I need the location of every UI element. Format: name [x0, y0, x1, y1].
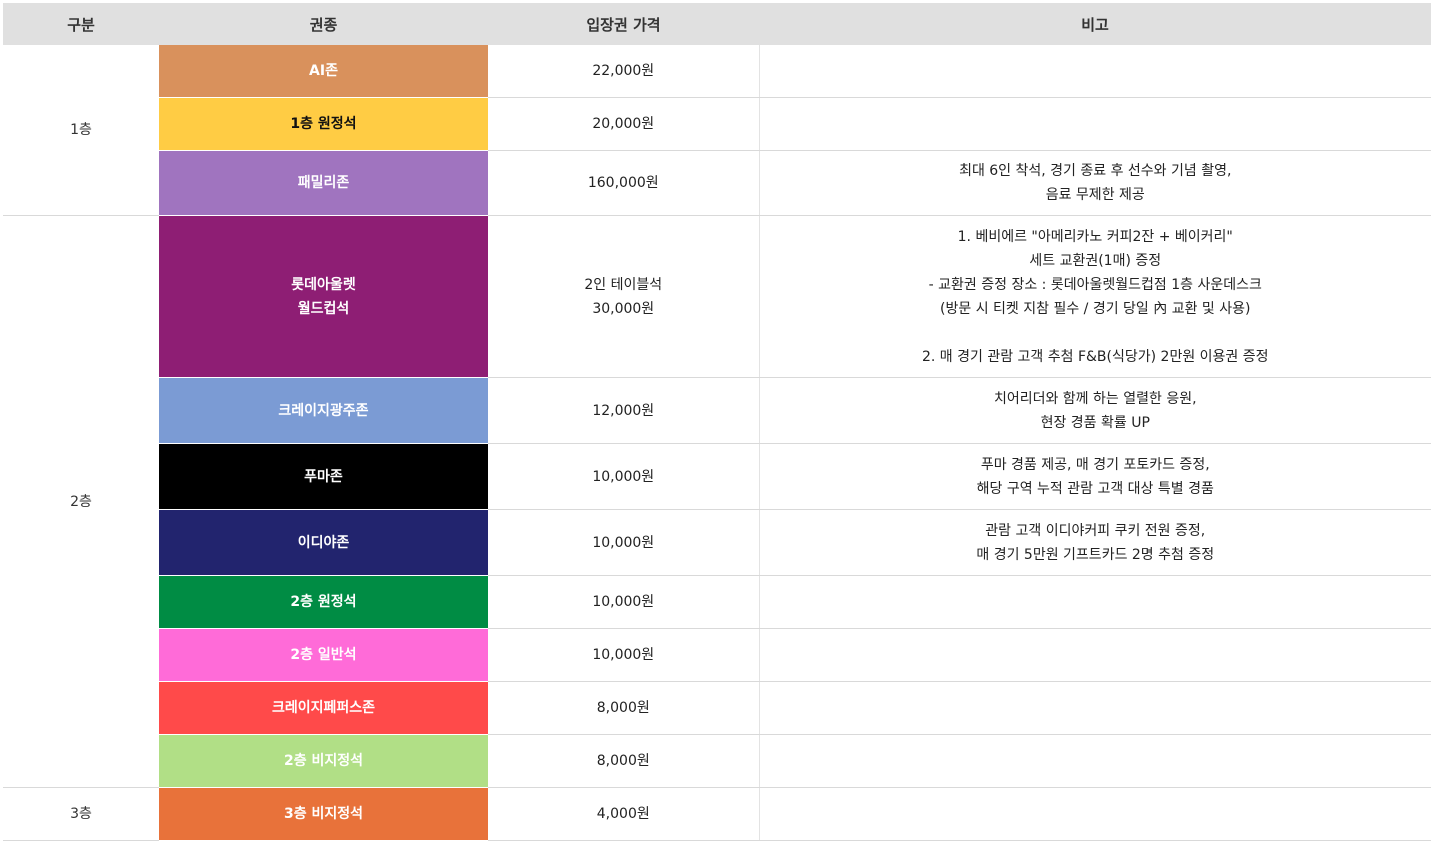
- note-cell: [759, 45, 1431, 98]
- note-cell: 관람 고객 이디야커피 쿠키 전원 증정, 매 경기 5만원 기프트카드 2명 …: [759, 509, 1431, 576]
- table-row: 1층 원정석 20,000원: [3, 97, 1431, 151]
- ticket-type-cell: 푸마존: [159, 443, 488, 510]
- note-cell: [759, 628, 1431, 682]
- price-cell: 4,000원: [488, 787, 760, 841]
- ticket-type-cell: 이디야존: [159, 509, 488, 576]
- price-cell: 10,000원: [488, 575, 760, 629]
- table-row: 2층 일반석 10,000원: [3, 628, 1431, 682]
- table-row: 크레이지광주존 12,000원 치어리더와 함께 하는 열렬한 응원, 현장 경…: [3, 377, 1431, 444]
- ticket-type-cell: 크레이지페퍼스존: [159, 681, 488, 735]
- ticket-type-cell: 1층 원정석: [159, 97, 488, 151]
- note-cell: [759, 575, 1431, 629]
- price-cell: 10,000원: [488, 509, 760, 576]
- note-cell: 1. 베비에르 "아메리카노 커피2잔 + 베이커리" 세트 교환권(1매) 증…: [759, 215, 1431, 378]
- floor-cell-3f: 3층: [3, 787, 159, 841]
- header-note: 비고: [759, 3, 1431, 45]
- price-cell: 8,000원: [488, 681, 760, 735]
- ticket-price-table: 구분 권종 입장권 가격 비고 1층 AI존 22,000원 1층 원정석 20…: [3, 3, 1431, 841]
- price-cell: 20,000원: [488, 97, 760, 151]
- table-row: 푸마존 10,000원 푸마 경품 제공, 매 경기 포토카드 증정, 해당 구…: [3, 443, 1431, 510]
- ticket-type-cell: 롯데아울렛 월드컵석: [159, 215, 488, 378]
- price-cell: 8,000원: [488, 734, 760, 788]
- note-cell: [759, 681, 1431, 735]
- ticket-type-cell: 패밀리존: [159, 150, 488, 216]
- price-cell: 10,000원: [488, 443, 760, 510]
- ticket-type-cell: AI존: [159, 45, 488, 98]
- price-cell: 160,000원: [488, 150, 760, 216]
- table-row: 크레이지페퍼스존 8,000원: [3, 681, 1431, 735]
- table-header-row: 구분 권종 입장권 가격 비고: [3, 3, 1431, 45]
- table-row: 2층 비지정석 8,000원: [3, 734, 1431, 788]
- ticket-type-cell: 2층 일반석: [159, 628, 488, 682]
- ticket-type-cell: 2층 원정석: [159, 575, 488, 629]
- note-cell: [759, 787, 1431, 841]
- note-cell: [759, 734, 1431, 788]
- table-row: 이디야존 10,000원 관람 고객 이디야커피 쿠키 전원 증정, 매 경기 …: [3, 509, 1431, 576]
- price-cell: 12,000원: [488, 377, 760, 444]
- price-cell: 10,000원: [488, 628, 760, 682]
- header-ticket-type: 권종: [159, 3, 488, 45]
- floor-cell-1f: 1층: [3, 45, 159, 216]
- note-cell: 최대 6인 착석, 경기 종료 후 선수와 기념 촬영, 음료 무제한 제공: [759, 150, 1431, 216]
- table-row: 패밀리존 160,000원 최대 6인 착석, 경기 종료 후 선수와 기념 촬…: [3, 150, 1431, 216]
- ticket-type-cell: 크레이지광주존: [159, 377, 488, 444]
- ticket-type-cell: 2층 비지정석: [159, 734, 488, 788]
- price-cell: 22,000원: [488, 45, 760, 98]
- table-row: 1층 AI존 22,000원: [3, 45, 1431, 216]
- table-row: 2층 롯데아울렛 월드컵석 2인 테이블석 30,000원 1. 베비에르 "아…: [3, 215, 1431, 788]
- ticket-type-cell: 3층 비지정석: [159, 787, 488, 841]
- note-cell: 치어리더와 함께 하는 열렬한 응원, 현장 경품 확률 UP: [759, 377, 1431, 444]
- note-cell: [759, 97, 1431, 151]
- note-cell: 푸마 경품 제공, 매 경기 포토카드 증정, 해당 구역 누적 관람 고객 대…: [759, 443, 1431, 510]
- floor-cell-2f: 2층: [3, 215, 159, 788]
- header-price: 입장권 가격: [488, 3, 759, 45]
- table-row: 3층 3층 비지정석 4,000원: [3, 787, 1431, 841]
- table-row: 2층 원정석 10,000원: [3, 575, 1431, 629]
- price-cell: 2인 테이블석 30,000원: [488, 215, 760, 378]
- header-floor: 구분: [3, 3, 159, 45]
